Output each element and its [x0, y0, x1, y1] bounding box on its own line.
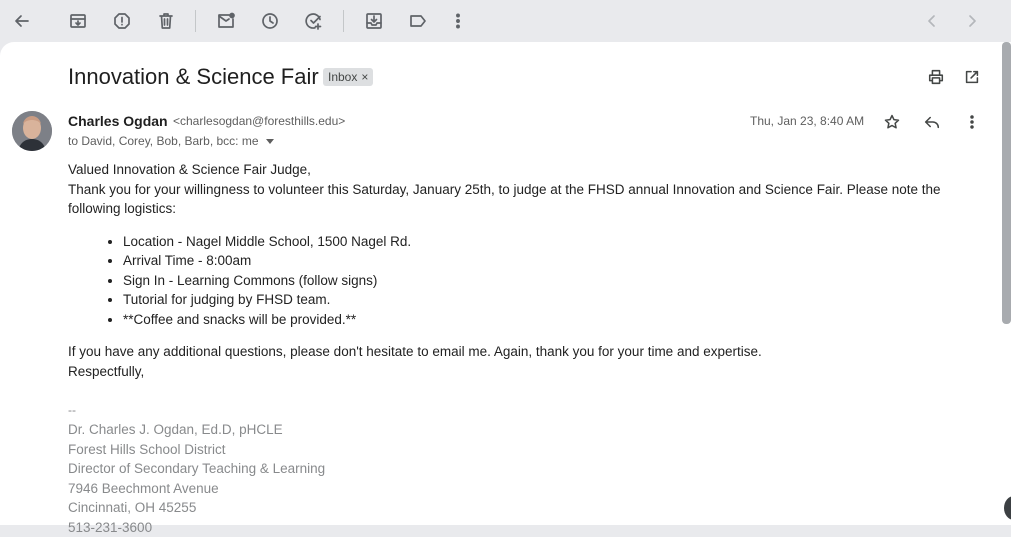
- email-subject: Innovation & Science Fair: [68, 64, 319, 90]
- logistics-list: Location - Nagel Middle School, 1500 Nag…: [68, 232, 978, 330]
- signature: -- Dr. Charles J. Ogdan, Ed.D, pHCLE For…: [68, 401, 978, 537]
- print-icon[interactable]: [925, 66, 947, 88]
- toolbar-divider: [343, 10, 344, 32]
- spacer: [68, 381, 978, 401]
- label-icon[interactable]: [402, 5, 434, 37]
- remove-label-icon[interactable]: ×: [361, 68, 368, 86]
- toolbar: [0, 0, 1011, 42]
- recipients-line: to David, Corey, Bob, Barb, bcc: me: [68, 134, 274, 148]
- signature-street: 7946 Beechmont Avenue: [68, 479, 978, 499]
- signature-phone: 513-231-3600: [68, 518, 978, 537]
- archive-icon[interactable]: [62, 5, 94, 37]
- star-icon[interactable]: [881, 111, 903, 133]
- delete-icon[interactable]: [150, 5, 182, 37]
- scrollbar-thumb[interactable]: [1002, 42, 1011, 324]
- more-vert-icon[interactable]: [961, 111, 983, 133]
- closing-paragraph: If you have any additional questions, pl…: [68, 342, 978, 362]
- sender-email: <charlesogdan@foresthills.edu>: [173, 114, 345, 128]
- older-chevron-icon[interactable]: [956, 5, 988, 37]
- signature-name: Dr. Charles J. Ogdan, Ed.D, pHCLE: [68, 420, 978, 440]
- signature-separator: --: [68, 401, 978, 421]
- add-to-tasks-icon[interactable]: [298, 5, 330, 37]
- intro-paragraph: Thank you for your willingness to volunt…: [68, 180, 978, 219]
- inbox-label-text: Inbox: [328, 68, 357, 86]
- list-item: Location - Nagel Middle School, 1500 Nag…: [123, 232, 978, 252]
- signoff: Respectfully,: [68, 362, 978, 382]
- mark-unread-icon[interactable]: [210, 5, 242, 37]
- show-details-dropdown-icon[interactable]: [266, 139, 274, 144]
- signature-city: Cincinnati, OH 45255: [68, 498, 978, 518]
- list-item: Tutorial for judging by FHSD team.: [123, 290, 978, 310]
- email-body: Valued Innovation & Science Fair Judge, …: [68, 160, 978, 537]
- sender-name[interactable]: Charles Ogdan: [68, 113, 168, 129]
- recipients-text: to David, Corey, Bob, Barb, bcc: me: [68, 134, 259, 148]
- newer-chevron-icon[interactable]: [916, 5, 948, 37]
- list-item: Arrival Time - 8:00am: [123, 251, 978, 271]
- inbox-label-chip[interactable]: Inbox ×: [323, 68, 373, 86]
- back-arrow-icon[interactable]: [6, 5, 38, 37]
- signature-org: Forest Hills School District: [68, 440, 978, 460]
- move-to-icon[interactable]: [358, 5, 390, 37]
- reply-icon[interactable]: [921, 111, 943, 133]
- report-spam-icon[interactable]: [106, 5, 138, 37]
- open-new-window-icon[interactable]: [961, 66, 983, 88]
- toolbar-divider: [195, 10, 196, 32]
- more-vert-icon[interactable]: [442, 5, 474, 37]
- avatar[interactable]: [12, 111, 52, 151]
- list-item: Sign In - Learning Commons (follow signs…: [123, 271, 978, 291]
- greeting: Valued Innovation & Science Fair Judge,: [68, 160, 978, 180]
- snooze-icon[interactable]: [254, 5, 286, 37]
- signature-title: Director of Secondary Teaching & Learnin…: [68, 459, 978, 479]
- list-item: **Coffee and snacks will be provided.**: [123, 310, 978, 330]
- email-date: Thu, Jan 23, 8:40 AM: [750, 114, 864, 128]
